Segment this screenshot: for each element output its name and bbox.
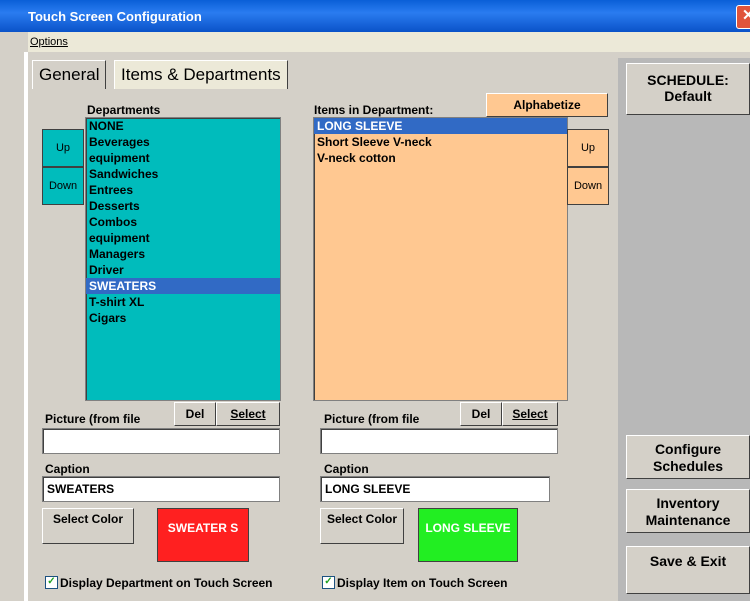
- departments-header: Departments: [87, 103, 161, 117]
- item-select-button[interactable]: Select: [502, 402, 558, 426]
- department-list-item[interactable]: equipment: [86, 230, 280, 246]
- department-list-item[interactable]: Entrees: [86, 182, 280, 198]
- department-list-item[interactable]: SWEATERS: [86, 278, 280, 294]
- department-list-item[interactable]: Desserts: [86, 198, 280, 214]
- department-list-item[interactable]: T-shirt XL: [86, 294, 280, 310]
- item-select-color-button[interactable]: Select Color: [320, 508, 404, 544]
- department-list-item[interactable]: Beverages: [86, 134, 280, 150]
- department-list-item[interactable]: Driver: [86, 262, 280, 278]
- item-list-item[interactable]: LONG SLEEVE: [314, 118, 567, 134]
- tab-general[interactable]: General: [32, 60, 107, 89]
- department-list-item[interactable]: equipment: [86, 150, 280, 166]
- department-list-item[interactable]: Combos: [86, 214, 280, 230]
- checkbox-icon[interactable]: ✓: [322, 576, 335, 589]
- configure-schedules-button[interactable]: Configure Schedules: [626, 435, 750, 479]
- dept-picture-input[interactable]: [42, 428, 280, 454]
- item-picture-input[interactable]: [320, 428, 558, 454]
- item-display-check-label[interactable]: Display Item on Touch Screen: [337, 576, 507, 590]
- window-title: Touch Screen Configuration: [28, 9, 202, 24]
- app-window: Touch Screen Configuration ✕ Options Gen…: [0, 0, 750, 601]
- alphabetize-button[interactable]: Alphabetize: [486, 93, 608, 117]
- item-picture-label: Picture (from file: [324, 412, 420, 426]
- item-del-button[interactable]: Del: [460, 402, 502, 426]
- save-exit-button[interactable]: Save & Exit: [626, 546, 750, 594]
- departments-list[interactable]: NONE Beverages equipment Sandwiches Entrees D…: [85, 117, 281, 401]
- items-list[interactable]: LONG SLEEVE Short Sleeve V-neck V-neck cot…: [313, 117, 568, 401]
- dept-down-button[interactable]: Down: [42, 167, 84, 205]
- dept-select-color-button[interactable]: Select Color: [42, 508, 134, 544]
- item-caption-input[interactable]: LONG SLEEVE: [320, 476, 550, 502]
- department-list-item[interactable]: Sandwiches: [86, 166, 280, 182]
- close-icon[interactable]: ✕: [736, 5, 750, 29]
- schedule-button[interactable]: SCHEDULE: Default: [626, 63, 750, 115]
- department-list-item[interactable]: Managers: [86, 246, 280, 262]
- dept-caption-input[interactable]: SWEATERS: [42, 476, 280, 502]
- tab-items-departments[interactable]: Items & Departments: [114, 60, 288, 89]
- item-caption-label: Caption: [324, 462, 369, 476]
- menu-bar: Options: [28, 32, 750, 52]
- inventory-maintenance-button[interactable]: Inventory Maintenance: [626, 489, 750, 533]
- dept-select-button[interactable]: Select: [216, 402, 280, 426]
- checkbox-icon[interactable]: ✓: [45, 576, 58, 589]
- title-bar: Touch Screen Configuration ✕: [0, 0, 750, 32]
- department-list-item[interactable]: Cigars: [86, 310, 280, 326]
- dept-del-button[interactable]: Del: [174, 402, 216, 426]
- item-color-preview: LONG SLEEVE: [418, 508, 518, 562]
- dept-display-check-label[interactable]: Display Department on Touch Screen: [60, 576, 273, 590]
- item-up-button[interactable]: Up: [567, 129, 609, 167]
- dept-picture-label: Picture (from file: [45, 412, 141, 426]
- department-list-item[interactable]: NONE: [86, 118, 280, 134]
- dept-up-button[interactable]: Up: [42, 129, 84, 167]
- item-down-button[interactable]: Down: [567, 167, 609, 205]
- dept-caption-label: Caption: [45, 462, 90, 476]
- dept-color-preview: SWEATER S: [157, 508, 249, 562]
- menu-options[interactable]: Options: [30, 36, 68, 48]
- items-header: Items in Department:: [314, 103, 434, 117]
- item-list-item[interactable]: Short Sleeve V-neck: [314, 134, 567, 150]
- item-list-item[interactable]: V-neck cotton: [314, 150, 567, 166]
